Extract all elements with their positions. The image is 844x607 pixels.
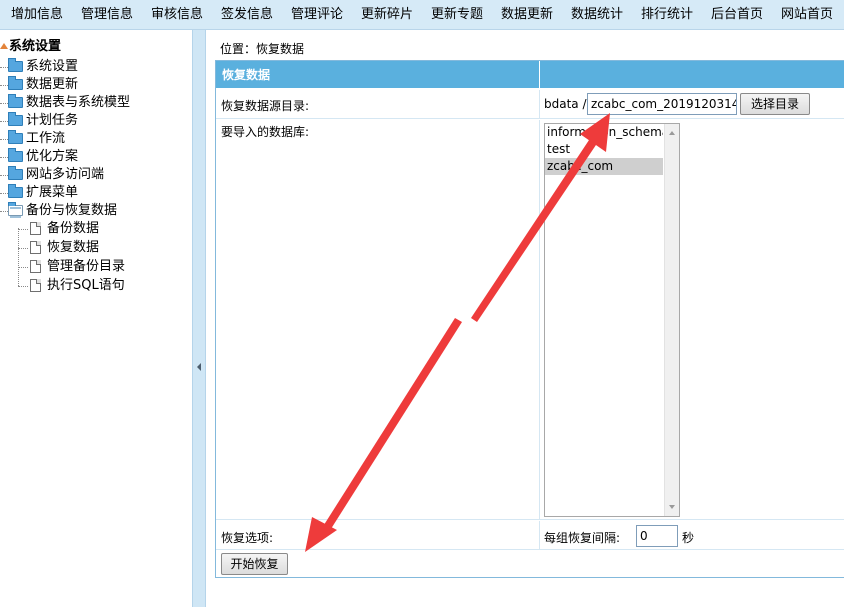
database-listbox[interactable]: information_schema test zcabc_com <box>544 123 680 517</box>
sidebar-tree: 系统设置 系统设置 数据更新 数据表与系统模型 计划任务 工作流 优化方案 网站… <box>0 30 192 607</box>
document-icon <box>30 260 41 273</box>
sidebar-subitem-execute-sql[interactable]: 执行SQL语句 <box>0 277 150 295</box>
document-icon <box>30 222 41 235</box>
menu-review-info[interactable]: 审核信息 <box>151 0 203 30</box>
menu-add-info[interactable]: 增加信息 <box>11 0 63 30</box>
db-label: 要导入的数据库: <box>221 125 310 139</box>
menu-manage-comments[interactable]: 管理评论 <box>291 0 343 30</box>
list-item[interactable]: test <box>545 141 663 158</box>
options-label: 恢复选项: <box>221 531 274 545</box>
folder-icon <box>8 112 23 126</box>
sidebar-subitem-manage-backup-dir[interactable]: 管理备份目录 <box>0 258 150 276</box>
tree-root-label: 系统设置 <box>9 39 62 54</box>
menu-update-topics[interactable]: 更新专题 <box>431 0 483 30</box>
tree-root[interactable]: 系统设置 <box>0 38 61 56</box>
row-options: 恢复选项: 每组恢复间隔: 0 秒 <box>216 521 844 550</box>
list-item[interactable]: information_schema <box>545 124 663 141</box>
interval-unit: 秒 <box>682 531 695 545</box>
menu-manage-info[interactable]: 管理信息 <box>81 0 133 30</box>
path-input[interactable]: zcabc_com_20191203140 <box>587 93 737 115</box>
folder-icon <box>8 94 23 108</box>
document-icon <box>30 279 41 292</box>
top-menu-bar: 增加信息 管理信息 审核信息 签发信息 管理评论 更新碎片 更新专题 数据更新 … <box>0 0 844 30</box>
bdata-prefix: bdata / <box>544 97 587 111</box>
menu-site-home[interactable]: 网站首页 <box>781 0 833 30</box>
folder-icon <box>8 184 23 198</box>
sidebar-subitem-backup[interactable]: 备份数据 <box>0 220 150 238</box>
sidebar-collapse-handle[interactable] <box>192 30 206 607</box>
menu-sign-info[interactable]: 签发信息 <box>221 0 273 30</box>
restore-panel: 恢复数据 恢复数据源目录: bdata / zcabc_com_20191203… <box>215 60 844 578</box>
chevron-left-icon <box>197 363 201 371</box>
source-dir-label: 恢复数据源目录: <box>221 99 310 113</box>
interval-label: 每组恢复间隔: <box>544 531 621 545</box>
folder-icon <box>8 148 23 162</box>
folder-icon <box>8 58 23 72</box>
menu-data-update[interactable]: 数据更新 <box>501 0 553 30</box>
document-icon <box>30 241 41 254</box>
panel-header: 恢复数据 <box>216 61 844 89</box>
panel-title: 恢复数据 <box>222 68 271 82</box>
row-source-dir: 恢复数据源目录: bdata / zcabc_com_20191203140 选… <box>216 90 844 119</box>
folder-icon <box>8 166 23 180</box>
choose-dir-button[interactable]: 选择目录 <box>740 93 810 115</box>
sidebar-subitem-restore[interactable]: 恢复数据 <box>0 239 150 257</box>
menu-admin-home[interactable]: 后台首页 <box>711 0 763 30</box>
scroll-up-icon[interactable] <box>669 131 675 135</box>
scroll-down-icon[interactable] <box>669 505 675 509</box>
interval-input[interactable]: 0 <box>636 525 678 547</box>
home-icon <box>0 41 8 49</box>
row-databases: 要导入的数据库: information_schema test zcabc_c… <box>216 120 844 520</box>
listbox-scrollbar[interactable] <box>664 124 679 516</box>
breadcrumb: 位置：恢复数据 <box>220 42 305 56</box>
menu-data-statistics[interactable]: 数据统计 <box>571 0 623 30</box>
list-item-selected[interactable]: zcabc_com <box>545 158 663 175</box>
menu-update-fragments[interactable]: 更新碎片 <box>361 0 413 30</box>
menu-ranking-statistics[interactable]: 排行统计 <box>641 0 693 30</box>
folder-open-icon <box>8 202 23 218</box>
start-restore-button[interactable]: 开始恢复 <box>221 553 288 575</box>
folder-icon <box>8 130 23 144</box>
folder-icon <box>8 76 23 90</box>
